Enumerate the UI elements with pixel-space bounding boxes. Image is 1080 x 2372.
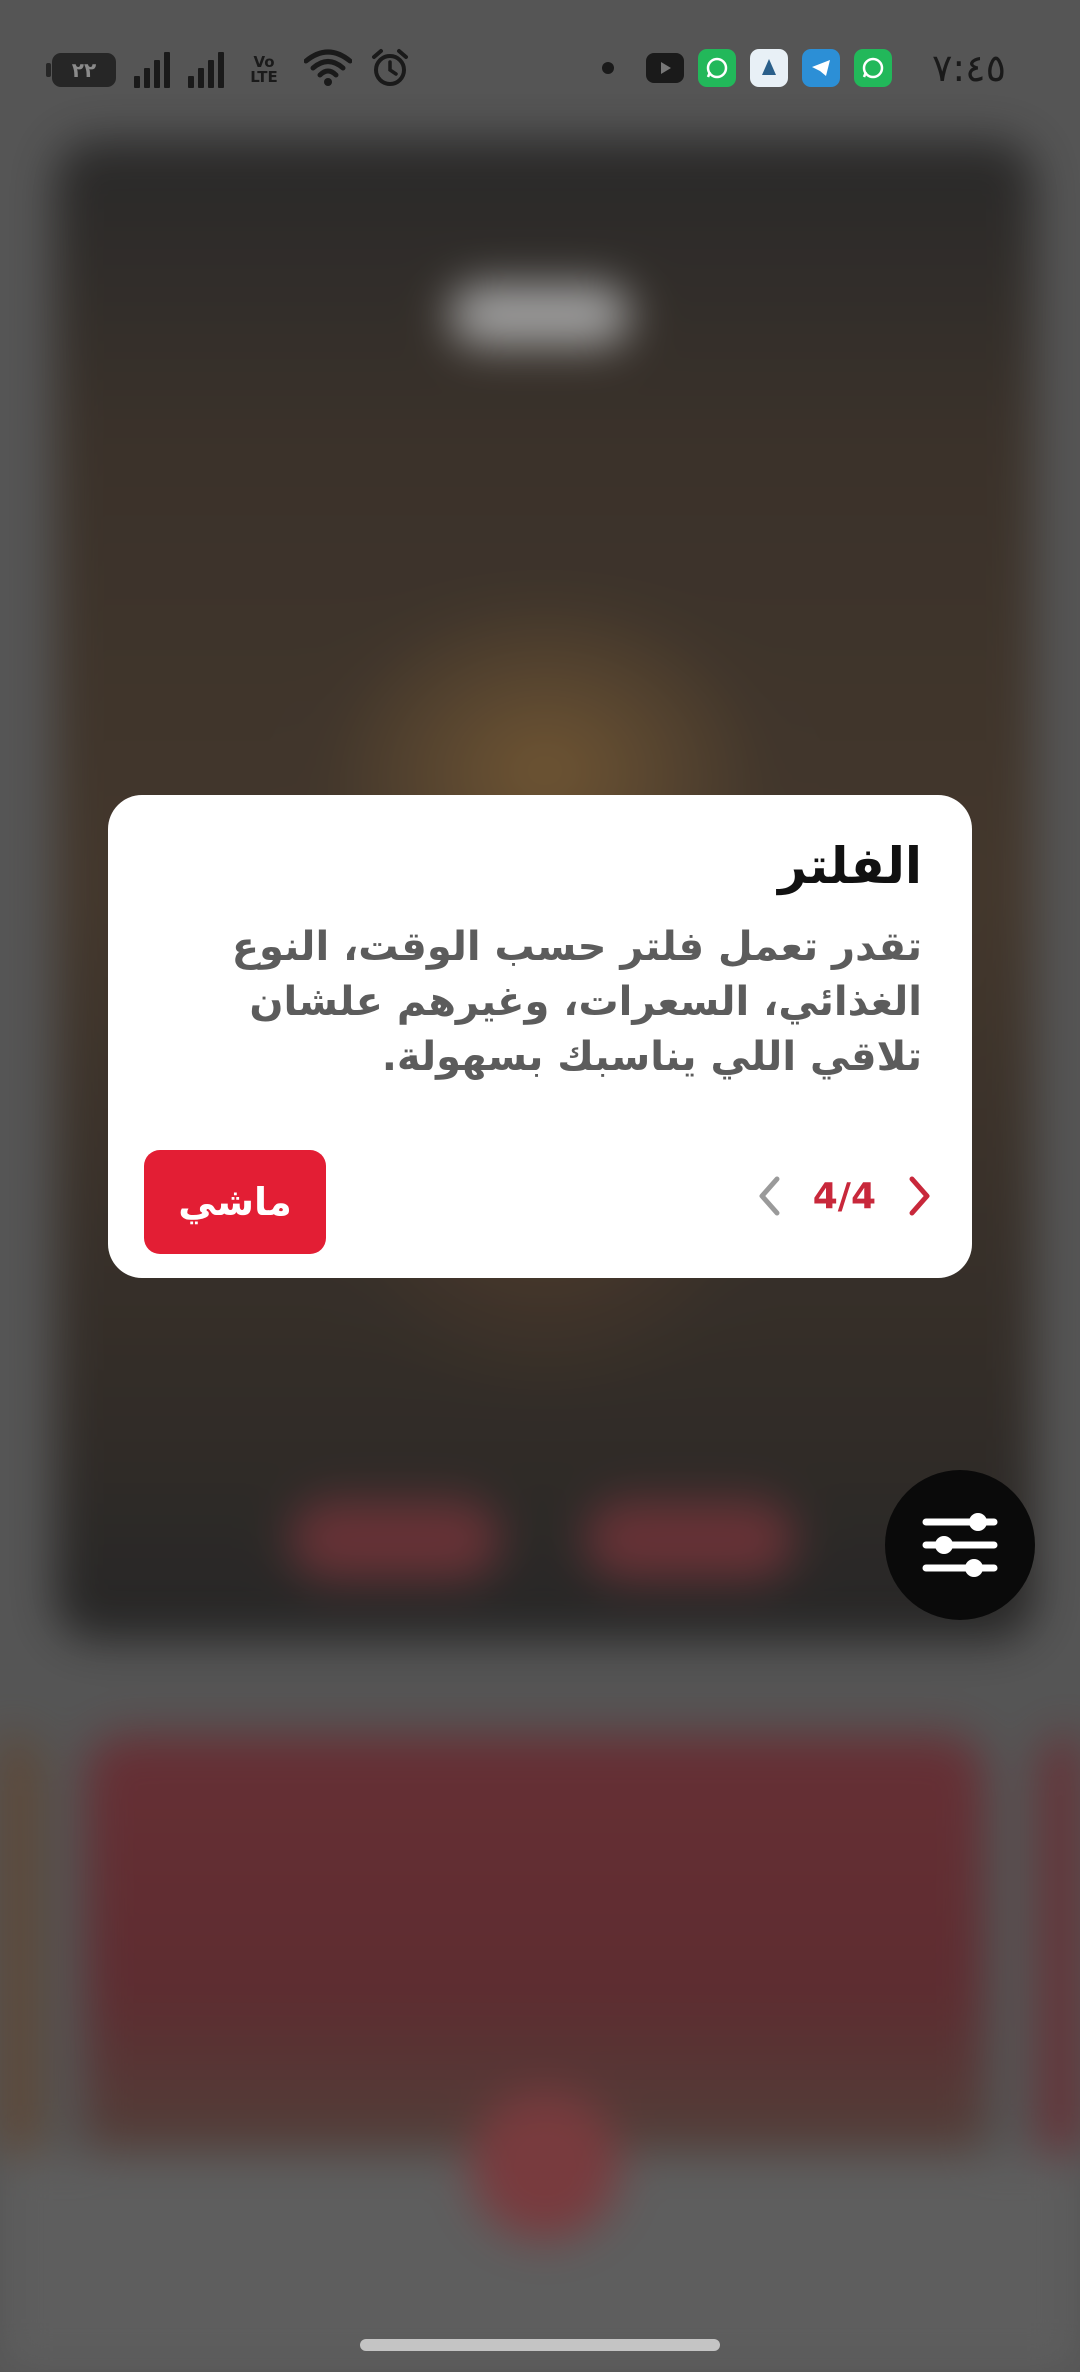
wifi-icon: [303, 49, 353, 91]
sliders-icon: [922, 1513, 998, 1577]
pager-count: 4/4: [812, 1175, 876, 1217]
chevron-left-icon[interactable]: [747, 1170, 791, 1222]
status-time: ٧:٤٥: [931, 46, 1006, 90]
filter-button[interactable]: [885, 1470, 1035, 1620]
signal-icon: [134, 52, 170, 88]
tooltip-description: تقدر تعمل فلتر حسب الوقت، النوع الغذائي،…: [231, 924, 922, 1080]
tooltip-title: الفلتر: [778, 837, 922, 895]
chevron-right-icon[interactable]: [898, 1170, 942, 1222]
home-indicator[interactable]: [360, 2339, 720, 2351]
app-icon: [749, 49, 788, 87]
telegram-icon: [801, 49, 840, 87]
whatsapp-icon: [697, 49, 736, 87]
ok-button[interactable]: ماشي: [144, 1150, 326, 1254]
volte-icon: Vo LTE: [242, 55, 286, 85]
dot-icon: [601, 62, 614, 74]
signal-icon: [188, 52, 224, 88]
status-bar: ٢٢ Vo LTE ٧:٤٥: [0, 0, 1080, 140]
onboarding-tooltip: الفلتر تقدر تعمل فلتر حسب الوقت، النوع ا…: [108, 795, 972, 1278]
alarm-icon: [370, 48, 410, 92]
youtube-icon: [645, 53, 684, 83]
battery-icon: ٢٢: [46, 53, 116, 87]
volte-label: Vo LTE: [250, 53, 278, 86]
tooltip-pager: 4/4: [747, 1170, 942, 1222]
whatsapp-icon: [853, 49, 892, 87]
battery-level: ٢٢: [71, 58, 97, 82]
